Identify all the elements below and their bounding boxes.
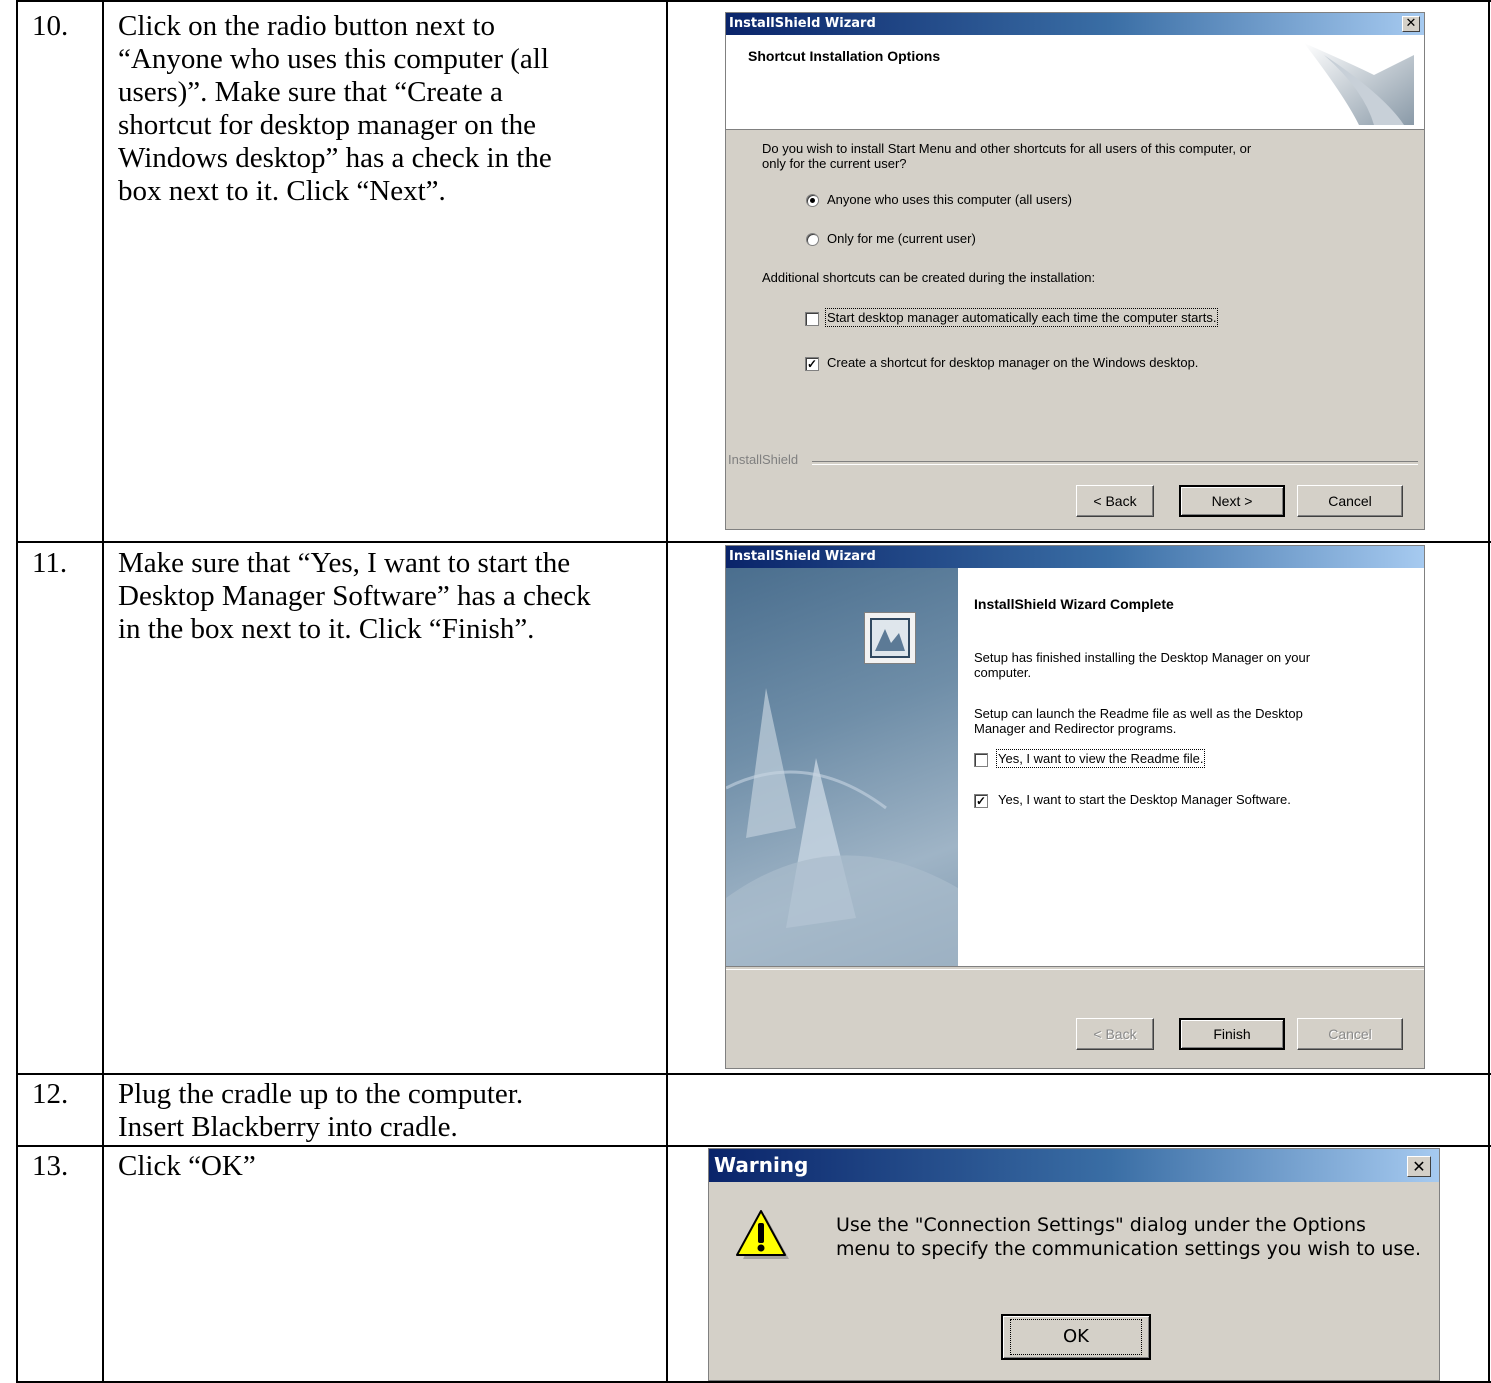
checkbox-desktop-shortcut[interactable]: ✓ xyxy=(805,357,819,371)
next-button[interactable]: Next > xyxy=(1179,485,1285,517)
dialog-titlebar: InstallShield Wizard xyxy=(726,546,1424,568)
ok-button[interactable]: OK xyxy=(1001,1314,1151,1360)
sail-graphic-icon xyxy=(726,688,958,966)
radio-all-users[interactable] xyxy=(806,194,819,207)
step-instruction: Click on the radio button next to “Anyon… xyxy=(118,10,658,208)
step-instruction: Make sure that “Yes, I want to start the… xyxy=(118,547,658,646)
table-column-divider xyxy=(102,0,104,1383)
warning-icon xyxy=(736,1210,789,1259)
back-button[interactable]: < Back xyxy=(1076,1018,1154,1050)
instruction-line: “Anyone who uses this computer (all xyxy=(118,43,549,75)
instruction-line: in the box next to it. Click “Finish”. xyxy=(118,613,535,645)
wizard-complete-dialog: InstallShield Wizard InstallShield Wizar… xyxy=(725,545,1425,1069)
radio-current-user[interactable] xyxy=(806,233,819,246)
instruction-line: Windows desktop” has a check in the xyxy=(118,142,552,174)
instruction-line: box next to it. Click “Next”. xyxy=(118,175,446,207)
close-button[interactable]: ✕ xyxy=(1402,16,1420,32)
dialog-header-title: Shortcut Installation Options xyxy=(748,48,941,64)
wizard-side-graphic xyxy=(726,568,958,966)
table-row-divider xyxy=(16,1145,1491,1147)
table-border-top xyxy=(16,0,1491,2)
instruction-line: shortcut for desktop manager on the xyxy=(118,109,536,141)
checkbox-start-desktop-manager[interactable]: ✓ xyxy=(974,794,988,808)
warning-message: Use the "Connection Settings" dialog und… xyxy=(836,1213,1421,1261)
cancel-button[interactable]: Cancel xyxy=(1297,485,1403,517)
instruction-line: Insert Blackberry into cradle. xyxy=(118,1111,458,1143)
setup-icon xyxy=(864,612,916,664)
question-line: Do you wish to install Start Menu and ot… xyxy=(762,141,1252,156)
table-border-left xyxy=(16,0,18,1383)
radio-all-users-label[interactable]: Anyone who uses this computer (all users… xyxy=(827,192,1072,207)
dialog-title: InstallShield Wizard xyxy=(729,549,876,564)
finished-text: Setup has finished installing the Deskto… xyxy=(974,650,1310,680)
checkbox-desktop-shortcut-label[interactable]: Create a shortcut for desktop manager on… xyxy=(827,355,1198,370)
wizard-content-panel: InstallShield Wizard Complete Setup has … xyxy=(958,568,1424,966)
step-number: 13. xyxy=(32,1150,69,1182)
ok-button-label: OK xyxy=(1010,1319,1142,1355)
footer-separator xyxy=(726,966,1424,970)
dialog-titlebar: Warning ✕ xyxy=(709,1149,1439,1182)
finished-line: Setup has finished installing the Deskto… xyxy=(974,650,1311,665)
step-number: 12. xyxy=(32,1078,69,1110)
finish-button[interactable]: Finish xyxy=(1179,1018,1285,1050)
page-curl-icon xyxy=(1304,43,1414,125)
launch-line: Manager and Redirector programs. xyxy=(974,721,1177,736)
close-button[interactable]: ✕ xyxy=(1407,1156,1431,1177)
question-line: only for the current user? xyxy=(762,156,907,171)
question-text: Do you wish to install Start Menu and ot… xyxy=(762,141,1251,171)
dialog-title: InstallShield Wizard xyxy=(729,16,876,31)
brand-separator xyxy=(812,461,1418,465)
installshield-brand: InstallShield xyxy=(728,452,799,467)
table-column-divider xyxy=(666,0,668,1383)
instruction-line: Plug the cradle up to the computer. xyxy=(118,1078,524,1110)
shortcut-options-dialog: InstallShield Wizard ✕ Shortcut Installa… xyxy=(725,12,1425,530)
checkbox-start-automatically-label[interactable]: Start desktop manager automatically each… xyxy=(824,308,1219,327)
instruction-line: Click on the radio button next to xyxy=(118,10,495,42)
radio-current-user-label[interactable]: Only for me (current user) xyxy=(827,231,976,246)
cancel-button[interactable]: Cancel xyxy=(1297,1018,1403,1050)
table-row-divider xyxy=(16,541,1491,543)
finished-line: computer. xyxy=(974,665,1032,680)
step-instruction: Click “OK” xyxy=(118,1150,658,1183)
checkbox-view-readme-label[interactable]: Yes, I want to view the Readme file. xyxy=(995,749,1206,768)
launch-line: Setup can launch the Readme file as well… xyxy=(974,706,1303,721)
step-number: 10. xyxy=(32,10,69,42)
dialog-titlebar: InstallShield Wizard ✕ xyxy=(726,13,1424,35)
complete-heading: InstallShield Wizard Complete xyxy=(974,596,1174,612)
warning-message-line: menu to specify the communication settin… xyxy=(836,1238,1421,1260)
step-number: 11. xyxy=(32,547,68,579)
dialog-title: Warning xyxy=(714,1153,809,1177)
instruction-line: users)”. Make sure that “Create a xyxy=(118,76,503,108)
additional-shortcuts-text: Additional shortcuts can be created duri… xyxy=(762,270,1096,285)
launch-text: Setup can launch the Readme file as well… xyxy=(974,706,1303,736)
instruction-line: Click “OK” xyxy=(118,1150,256,1182)
instruction-line: Desktop Manager Software” has a check xyxy=(118,580,591,612)
instruction-line: Make sure that “Yes, I want to start the xyxy=(118,547,571,579)
warning-dialog: Warning ✕ Use the "Connection Settings" … xyxy=(708,1148,1440,1381)
back-button[interactable]: < Back xyxy=(1076,485,1154,517)
checkbox-start-automatically[interactable] xyxy=(805,312,819,326)
warning-message-line: Use the "Connection Settings" dialog und… xyxy=(836,1214,1366,1236)
table-border-right xyxy=(1488,0,1490,1383)
dialog-header-panel: Shortcut Installation Options xyxy=(726,35,1424,130)
table-row-divider xyxy=(16,1073,1491,1075)
checkbox-view-readme[interactable] xyxy=(974,753,988,767)
step-instruction: Plug the cradle up to the computer. Inse… xyxy=(118,1078,658,1144)
checkbox-start-desktop-manager-label[interactable]: Yes, I want to start the Desktop Manager… xyxy=(998,792,1291,807)
